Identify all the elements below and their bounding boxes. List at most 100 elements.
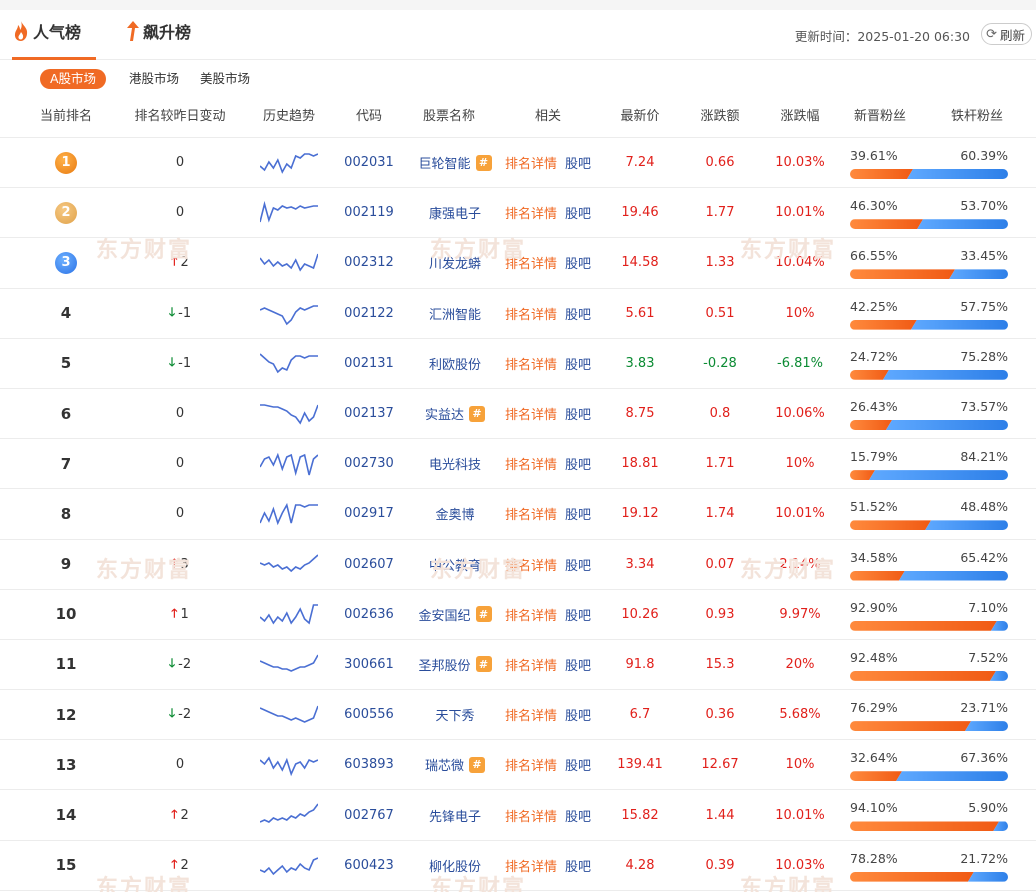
stock-name[interactable]: 巨轮智能 xyxy=(418,153,470,172)
rank-detail-link[interactable]: 排名详情 xyxy=(505,253,557,272)
trend-cell[interactable] xyxy=(256,489,322,538)
trend-cell[interactable] xyxy=(256,289,322,338)
trend-cell[interactable] xyxy=(256,188,322,237)
trend-cell[interactable] xyxy=(256,389,322,438)
stock-name[interactable]: 川发龙蟒 xyxy=(429,253,481,272)
stock-code[interactable]: 600556 xyxy=(334,690,404,739)
stock-forum-link[interactable]: 股吧 xyxy=(565,454,591,473)
rank-detail-link[interactable]: 排名详情 xyxy=(505,806,557,825)
rank-detail-link[interactable]: 排名详情 xyxy=(505,153,557,172)
stock-code[interactable]: 002636 xyxy=(334,590,404,639)
stock-forum-link[interactable]: 股吧 xyxy=(565,404,591,423)
trend-cell[interactable] xyxy=(256,790,322,839)
rank-detail-link[interactable]: 排名详情 xyxy=(505,454,557,473)
table-row[interactable]: 11 🡓 -2 300661 圣邦股份 # 排名详情 股吧 91.8 15.3 20%… xyxy=(0,640,1036,691)
stock-code[interactable]: 002122 xyxy=(334,289,404,338)
stock-forum-link[interactable]: 股吧 xyxy=(565,605,591,624)
trend-cell[interactable] xyxy=(256,690,322,739)
stock-code[interactable]: 002917 xyxy=(334,489,404,538)
table-row[interactable]: 6 0 002137 实益达 # 排名详情 股吧 8.75 0.8 10.06% 2… xyxy=(0,389,1036,440)
rank-detail-link[interactable]: 排名详情 xyxy=(505,705,557,724)
stock-forum-link[interactable]: 股吧 xyxy=(565,705,591,724)
trend-cell[interactable] xyxy=(256,238,322,287)
stock-forum-link[interactable]: 股吧 xyxy=(565,253,591,272)
hot-topic-icon[interactable]: # xyxy=(475,606,492,623)
stock-code[interactable]: 002767 xyxy=(334,790,404,839)
tab-popularity[interactable]: 人气榜 xyxy=(12,20,96,60)
trend-cell[interactable] xyxy=(256,540,322,589)
market-hk[interactable]: 港股市场 xyxy=(129,69,179,89)
hot-topic-icon[interactable]: # xyxy=(475,656,492,673)
table-row[interactable]: 4 🡓 -1 002122 汇洲智能 排名详情 股吧 5.61 0.51 10% 4… xyxy=(0,289,1036,339)
trend-cell[interactable] xyxy=(256,590,322,639)
stock-code[interactable]: 300661 xyxy=(334,640,404,689)
stock-name[interactable]: 汇洲智能 xyxy=(429,304,481,323)
stock-forum-link[interactable]: 股吧 xyxy=(565,806,591,825)
stock-code[interactable]: 002730 xyxy=(334,439,404,488)
trend-cell[interactable] xyxy=(256,339,322,388)
rank-detail-link[interactable]: 排名详情 xyxy=(505,856,557,875)
table-row[interactable]: 7 0 002730 电光科技 排名详情 股吧 18.81 1.71 10% 15… xyxy=(0,439,1036,490)
table-row[interactable]: 5 🡓 -1 002131 利欧股份 排名详情 股吧 3.83 -0.28 -6.8… xyxy=(0,339,1036,389)
stock-name[interactable]: 金奥博 xyxy=(435,504,474,523)
trend-cell[interactable] xyxy=(256,740,322,789)
stock-code[interactable]: 002137 xyxy=(334,389,404,438)
stock-code[interactable]: 002031 xyxy=(334,138,404,187)
stock-forum-link[interactable]: 股吧 xyxy=(565,153,591,172)
table-row[interactable]: 13 0 603893 瑞芯微 # 排名详情 股吧 139.41 12.67 10%… xyxy=(0,740,1036,791)
stock-forum-link[interactable]: 股吧 xyxy=(565,856,591,875)
tab-rising[interactable]: 飙升榜 xyxy=(124,20,204,60)
market-us[interactable]: 美股市场 xyxy=(200,69,250,89)
table-row[interactable]: 14 🡑 2 002767 先锋电子 排名详情 股吧 15.82 1.44 10.0… xyxy=(0,790,1036,841)
rank-detail-link[interactable]: 排名详情 xyxy=(505,755,557,774)
table-row[interactable]: 2 0 002119 康强电子 排名详情 股吧 19.46 1.77 10.01%… xyxy=(0,188,1036,239)
table-row[interactable]: 10 🡑 1 002636 金安国纪 # 排名详情 股吧 10.26 0.93 9.9… xyxy=(0,590,1036,640)
stock-name[interactable]: 天下秀 xyxy=(435,705,474,724)
stock-forum-link[interactable]: 股吧 xyxy=(565,203,591,222)
hot-topic-icon[interactable]: # xyxy=(469,756,485,773)
table-row[interactable]: 8 0 002917 金奥博 排名详情 股吧 19.12 1.74 10.01% … xyxy=(0,489,1036,540)
trend-cell[interactable] xyxy=(256,138,322,187)
trend-cell[interactable] xyxy=(256,841,322,890)
trend-cell[interactable] xyxy=(256,439,322,488)
stock-forum-link[interactable]: 股吧 xyxy=(565,354,591,373)
rank-detail-link[interactable]: 排名详情 xyxy=(505,605,557,624)
rank-detail-link[interactable]: 排名详情 xyxy=(505,655,557,674)
stock-code[interactable]: 002312 xyxy=(334,238,404,287)
stock-name[interactable]: 圣邦股份 xyxy=(418,655,470,674)
rank-detail-link[interactable]: 排名详情 xyxy=(505,203,557,222)
stock-code[interactable]: 002607 xyxy=(334,540,404,589)
stock-code[interactable]: 603893 xyxy=(334,740,404,789)
stock-name[interactable]: 柳化股份 xyxy=(429,856,481,875)
stock-name[interactable]: 先锋电子 xyxy=(429,806,481,825)
rank-detail-link[interactable]: 排名详情 xyxy=(505,404,557,423)
rank-detail-link[interactable]: 排名详情 xyxy=(505,304,557,323)
trend-cell[interactable] xyxy=(256,640,322,689)
refresh-button[interactable]: ⟳ 刷新 xyxy=(981,23,1032,45)
hot-topic-icon[interactable]: # xyxy=(469,405,485,422)
stock-name[interactable]: 金安国纪 xyxy=(418,605,470,624)
stock-forum-link[interactable]: 股吧 xyxy=(565,555,591,574)
table-row[interactable]: 1 0 002031 巨轮智能 # 排名详情 股吧 7.24 0.66 10.03%… xyxy=(0,138,1036,189)
stock-name[interactable]: 实益达 xyxy=(425,404,464,423)
stock-forum-link[interactable]: 股吧 xyxy=(565,304,591,323)
table-row[interactable]: 3 🡑 2 002312 川发龙蟒 排名详情 股吧 14.58 1.33 10.04… xyxy=(0,238,1036,289)
stock-forum-link[interactable]: 股吧 xyxy=(565,755,591,774)
stock-code[interactable]: 002119 xyxy=(334,188,404,237)
stock-name[interactable]: 利欧股份 xyxy=(429,354,481,373)
stock-code[interactable]: 002131 xyxy=(334,339,404,388)
hot-topic-icon[interactable]: # xyxy=(475,154,492,171)
stock-forum-link[interactable]: 股吧 xyxy=(565,504,591,523)
rank-detail-link[interactable]: 排名详情 xyxy=(505,504,557,523)
stock-name[interactable]: 瑞芯微 xyxy=(425,755,464,774)
stock-name[interactable]: 中公教育 xyxy=(429,555,481,574)
stock-forum-link[interactable]: 股吧 xyxy=(565,655,591,674)
rank-detail-link[interactable]: 排名详情 xyxy=(505,354,557,373)
rank-detail-link[interactable]: 排名详情 xyxy=(505,555,557,574)
stock-name[interactable]: 康强电子 xyxy=(429,203,481,222)
stock-name[interactable]: 电光科技 xyxy=(429,454,481,473)
market-a-share[interactable]: A股市场 xyxy=(40,69,107,89)
table-row[interactable]: 9 🡑 3 002607 中公教育 排名详情 股吧 3.34 0.07 2.14% … xyxy=(0,540,1036,590)
stock-code[interactable]: 600423 xyxy=(334,841,404,890)
table-row[interactable]: 12 🡓 -2 600556 天下秀 排名详情 股吧 6.7 0.36 5.68% … xyxy=(0,690,1036,741)
